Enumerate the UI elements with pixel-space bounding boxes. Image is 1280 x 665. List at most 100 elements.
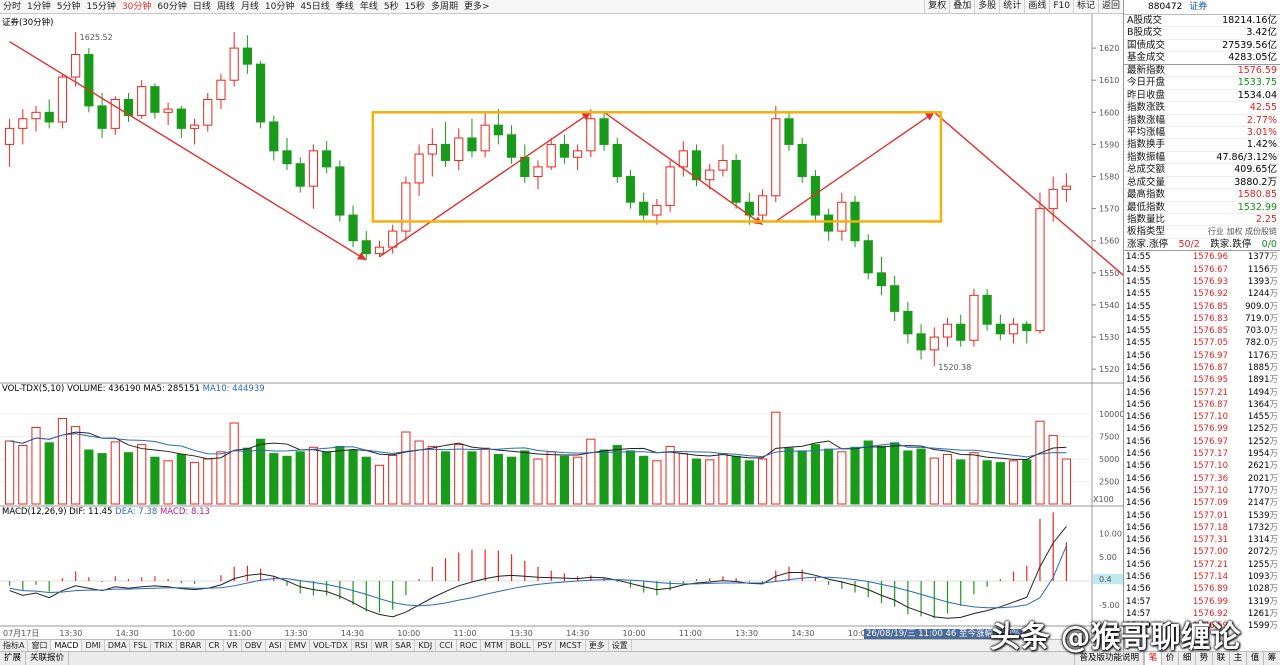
volume-bar xyxy=(242,447,252,505)
period-tab[interactable]: 周线 xyxy=(214,0,238,14)
tick-row: 14:56 1577.18 1732万 xyxy=(1124,522,1280,534)
period-tab[interactable]: 30分钟 xyxy=(119,0,154,14)
tick-vol-unit: 万 xyxy=(1269,264,1278,275)
tool-button[interactable]: 统计 xyxy=(999,0,1024,14)
tick-vol-num: 1176 xyxy=(1247,350,1270,361)
period-tab[interactable]: 15秒 xyxy=(402,0,428,14)
candle xyxy=(401,176,411,241)
indicator-tab[interactable]: MCST xyxy=(556,640,586,651)
indicator-tab[interactable]: ROC xyxy=(457,640,482,651)
board-type-links[interactable]: 行业 加权 成份股链 xyxy=(1208,226,1277,237)
volume-tick-label: 5000 xyxy=(1099,455,1119,464)
tool-button[interactable]: F10 xyxy=(1049,0,1073,14)
period-tab[interactable]: 日线 xyxy=(190,0,214,14)
indicator-tab[interactable]: 更多 xyxy=(586,640,609,651)
period-tab[interactable]: 季线 xyxy=(333,0,357,14)
tick-time: 14:56 xyxy=(1126,572,1151,583)
indicator-tab[interactable]: KDJ xyxy=(415,640,437,651)
stat-value: 2.25 xyxy=(1256,214,1277,225)
period-tab[interactable]: 60分钟 xyxy=(154,0,189,14)
price-tick-label: 1530 xyxy=(1099,333,1119,342)
tick-price: 1576.96 xyxy=(1192,252,1228,263)
indicator-tab[interactable]: 窗口 xyxy=(28,640,52,651)
indicator-tab[interactable]: PSY xyxy=(534,640,557,651)
tick-volume: 1314万 xyxy=(1228,534,1278,546)
candle xyxy=(1022,321,1032,344)
indicator-tab[interactable]: VOL-TDX xyxy=(310,640,352,651)
stat-number: 2.25 xyxy=(1255,214,1277,225)
stat-number: 4283.05 xyxy=(1228,52,1268,64)
period-tab[interactable]: 10分钟 xyxy=(262,0,297,14)
tool-button[interactable]: 叠加 xyxy=(949,0,974,14)
period-tab[interactable]: 5分钟 xyxy=(54,0,84,14)
tick-time: 14:56 xyxy=(1126,510,1151,521)
candle xyxy=(71,32,81,87)
candle xyxy=(242,35,252,74)
indicator-tab[interactable]: 指标A xyxy=(0,640,29,651)
indicator-tab[interactable]: RSI xyxy=(352,640,372,651)
related-quote-tab[interactable]: 关联报价 xyxy=(26,652,70,665)
indicator-tab[interactable]: MACD xyxy=(51,640,83,651)
tool-button[interactable]: 画线 xyxy=(1024,0,1049,14)
stat-value: 47.86/3.12% xyxy=(1216,152,1277,163)
chart-area[interactable]: 1620 1610 1600 1590 1580 1570 1560 1550 1540 1530… xyxy=(0,14,1123,640)
down-count: 0/0 xyxy=(1261,238,1277,250)
volume-bar xyxy=(163,460,173,505)
stat-label: 昨日收盘 xyxy=(1127,89,1166,101)
watermark-text: 头条 @猴哥聊缠论 xyxy=(990,620,1241,655)
candle xyxy=(269,115,279,161)
tool-button[interactable]: 复权 xyxy=(924,0,949,14)
stat-row: A股成交 18214.16亿 xyxy=(1124,15,1280,28)
period-tab[interactable]: 1分钟 xyxy=(24,0,54,14)
indicator-tab[interactable]: ASI xyxy=(266,640,286,651)
indicator-tab[interactable]: DMA xyxy=(105,640,131,651)
period-tab[interactable]: 多周期 xyxy=(428,0,461,14)
volume-bar xyxy=(678,453,688,505)
indicator-tab[interactable]: TRIX xyxy=(151,640,177,651)
tool-button[interactable]: 返回 xyxy=(1097,0,1123,14)
indicator-tab[interactable]: BRAR xyxy=(177,640,206,651)
stat-label: 总成交额 xyxy=(1127,164,1166,176)
time-tick-label: 07月17日 xyxy=(3,629,39,638)
tool-button[interactable]: 标记 xyxy=(1072,0,1098,14)
volume-bar xyxy=(586,438,596,505)
period-tab[interactable]: 45日线 xyxy=(297,0,332,14)
period-tab[interactable]: 15分钟 xyxy=(83,0,118,14)
tick-vol-num: 1494 xyxy=(1247,387,1270,398)
period-tab[interactable]: 分时 xyxy=(0,0,24,14)
tick-time: 14:56 xyxy=(1126,559,1151,570)
indicator-tab[interactable]: BOLL xyxy=(507,640,535,651)
period-tab[interactable]: 5秒 xyxy=(381,0,402,14)
indicator-tab[interactable]: CR xyxy=(206,640,224,651)
indicator-tab[interactable]: VR xyxy=(224,640,242,651)
price-tick-label: 1610 xyxy=(1099,76,1119,85)
candle xyxy=(731,154,741,209)
indicator-tab[interactable]: MTM xyxy=(481,640,507,651)
candle xyxy=(639,192,649,222)
tick-vol-unit: 万 xyxy=(1269,510,1278,521)
indicator-tab[interactable]: EMV xyxy=(286,640,311,651)
tool-button[interactable]: 多股 xyxy=(974,0,999,14)
macd-tick-label: 0.4 xyxy=(1099,575,1112,584)
indicator-tab[interactable]: WR xyxy=(372,640,393,651)
tick-list[interactable]: 14:55 1576.96 1377万 14:55 1576.67 1156万 14:55 1… xyxy=(1124,251,1280,632)
kline-chart[interactable]: 1620 1610 1600 1590 1580 1570 1560 1550 1540 1530… xyxy=(0,14,1123,640)
indicator-tab[interactable]: FSL xyxy=(130,640,152,651)
volume-bar xyxy=(480,447,490,505)
indicator-tab[interactable]: OBV xyxy=(242,640,266,651)
period-tab[interactable]: 年线 xyxy=(357,0,381,14)
period-tab[interactable]: 月线 xyxy=(238,0,262,14)
detail-tab[interactable]: 值 xyxy=(1246,652,1263,665)
tick-vol-unit: 万 xyxy=(1269,399,1278,410)
indicator-tab[interactable]: CCI xyxy=(436,640,457,651)
indicator-tab[interactable]: SAR xyxy=(392,640,416,651)
period-tab[interactable]: 更多> xyxy=(461,0,493,14)
volume-bar xyxy=(533,458,543,505)
indicator-tab[interactable]: 设置 xyxy=(609,640,632,651)
volume-bar xyxy=(810,444,821,505)
extend-tab[interactable]: 扩展 xyxy=(0,652,27,665)
detail-tab[interactable]: 筹 xyxy=(1263,652,1280,665)
stat-label: 国债成交 xyxy=(1127,39,1166,51)
indicator-tab[interactable]: DMI xyxy=(82,640,105,651)
tick-price: 1576.95 xyxy=(1192,375,1228,386)
